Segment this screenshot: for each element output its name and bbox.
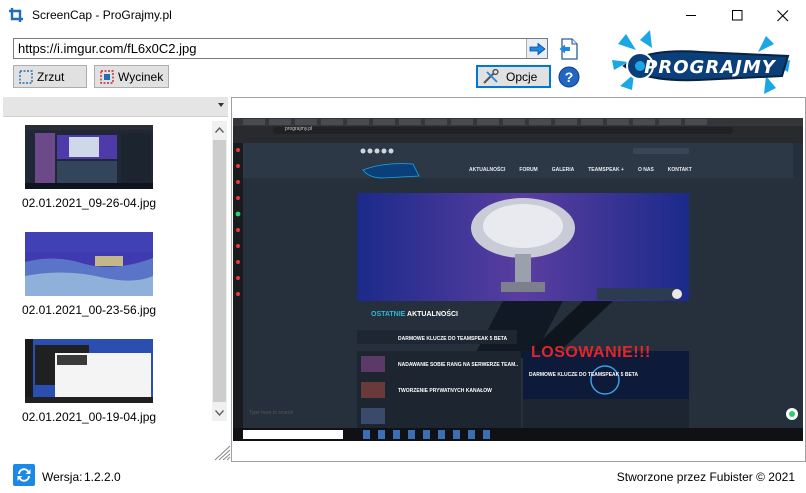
help-icon: ? (558, 66, 580, 88)
region-capture-icon (100, 69, 114, 84)
version-label: Wersja: (42, 470, 83, 484)
prograjmy-logo: PROGRAJMY (606, 30, 796, 100)
refresh-icon (13, 464, 35, 486)
scrollbar-thumb[interactable] (213, 140, 226, 402)
go-button[interactable] (526, 39, 547, 58)
chevron-down-icon (218, 103, 224, 107)
svg-text:PROGRAJMY: PROGRAJMY (644, 57, 777, 78)
preview-feature-title: DARMOWE KLUCZE DO TEAMSPEAK 5 BETA (529, 372, 639, 378)
preview-nav-item: TEAMSPEAK + (588, 167, 624, 173)
list-item[interactable]: 02.01.2021_00-19-04.jpg (3, 332, 212, 432)
maximize-icon (731, 10, 742, 21)
list-item[interactable]: 02.01.2021_00-23-56.jpg (3, 225, 212, 325)
wycinek-label: Wycinek (118, 69, 164, 84)
preview-section-title: OSTATNIE AKTUALNOŚCI (371, 311, 458, 318)
thumbnail-image (25, 339, 153, 403)
zrzut-button[interactable]: Zrzut (13, 65, 87, 88)
preview-post-title: NADAWANIE SOBIE RANG NA SERWERZE TEAM... (398, 362, 518, 368)
history-list: 02.01.2021_09-26-04.jpg 02.01.2021_00-23… (3, 118, 212, 438)
preview-nav-item: KONTAKT (667, 167, 692, 173)
thumbnail-image (25, 232, 153, 296)
fullscreen-capture-icon (19, 69, 33, 84)
preview-nav-item: GALERIA (551, 167, 575, 173)
zrzut-label: Zrzut (37, 69, 65, 84)
title-bar: ScreenCap - ProGrajmy.pl (0, 0, 806, 31)
url-input[interactable] (13, 38, 548, 59)
preview-address: prograjmy.pl (285, 126, 313, 132)
document-icon (559, 38, 578, 60)
minimize-icon (685, 15, 696, 16)
refresh-button[interactable] (13, 464, 35, 486)
preview-banner-text: LOSOWANIE!!! (531, 344, 651, 361)
preview-nav-item: AKTUALNOŚCI (469, 167, 506, 173)
thumbnail-image (25, 125, 153, 189)
preview-nav-item: FORUM (519, 167, 538, 173)
arrow-right-icon (529, 42, 546, 55)
credit-text: Stworzone przez Fubister © 2021 (616, 470, 795, 484)
preview-image: prograjmy.pl AKTUALNOŚCI FORUM GALERIA T… (233, 118, 803, 441)
preview-taskbar-search: Type here to search (249, 410, 294, 416)
window-title: ScreenCap - ProGrajmy.pl (32, 8, 172, 22)
thumbnail-label: 02.01.2021_00-23-56.jpg (21, 303, 157, 317)
opcje-button[interactable]: Opcje (476, 65, 551, 88)
close-icon (777, 9, 789, 21)
preview-section-title-b: AKTUALNOŚCI (407, 311, 458, 318)
preview-post-title: TWORZENIE PRYWATNYCH KANAŁÓW (398, 388, 492, 394)
open-document-button[interactable] (558, 38, 580, 60)
close-button[interactable] (760, 0, 806, 31)
crop-icon (9, 8, 23, 22)
svg-text:?: ? (565, 69, 574, 85)
screenshot-preview: prograjmy.pl AKTUALNOŚCI FORUM GALERIA T… (231, 97, 806, 462)
preview-site-nav: AKTUALNOŚCI FORUM GALERIA TEAMSPEAK + O … (469, 167, 692, 173)
chevron-down-icon (215, 409, 224, 416)
preview-section-title-a: OSTATNIE (371, 311, 406, 318)
scroll-down-button[interactable] (212, 404, 227, 421)
minimize-button[interactable] (668, 0, 714, 31)
list-item[interactable]: 02.01.2021_09-26-04.jpg (3, 118, 212, 218)
scroll-up-button[interactable] (212, 121, 227, 138)
preview-nav-item: O NAS (637, 167, 654, 173)
opcje-label: Opcje (506, 69, 538, 84)
preview-post-title: DARMOWE KLUCZE DO TEAMSPEAK 5 BETA (398, 336, 508, 342)
resize-grip-icon[interactable] (213, 445, 231, 461)
chevron-up-icon (215, 126, 224, 133)
thumbnail-label: 02.01.2021_09-26-04.jpg (21, 196, 157, 210)
help-button[interactable]: ? (558, 66, 580, 88)
history-combo[interactable] (3, 97, 228, 117)
history-scrollbar[interactable] (212, 121, 227, 421)
wycinek-button[interactable]: Wycinek (94, 65, 169, 88)
version-value: 1.2.2.0 (84, 470, 121, 484)
maximize-button[interactable] (714, 0, 760, 31)
settings-wrench-icon (482, 68, 502, 85)
thumbnail-label: 02.01.2021_00-19-04.jpg (21, 410, 157, 424)
